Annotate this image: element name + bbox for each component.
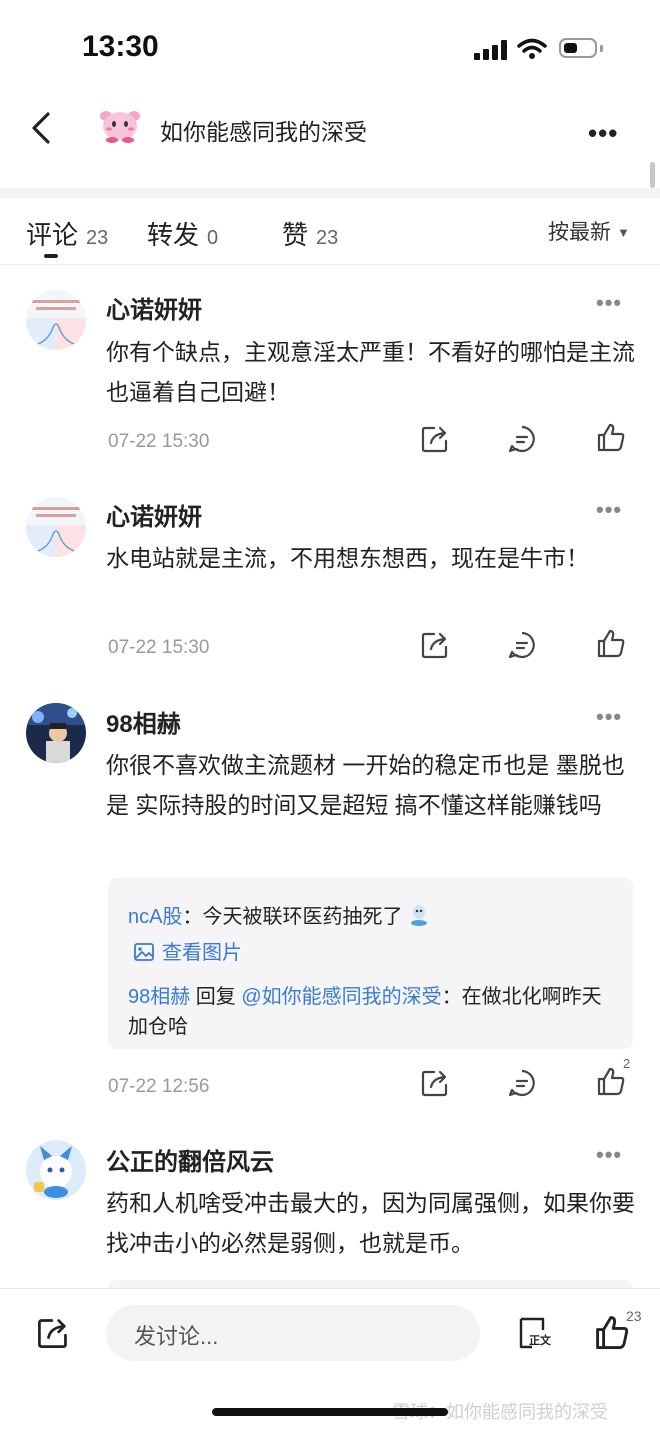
- sort-label: 按最新: [548, 221, 611, 244]
- comment-more-icon[interactable]: •••: [596, 1142, 622, 1168]
- image-icon: [134, 943, 154, 961]
- avatar-cartoon: [26, 1140, 86, 1200]
- article-body-label: 正文: [529, 1335, 551, 1347]
- dropdown-triangle-icon: ▼: [617, 225, 630, 240]
- like-icon[interactable]: [596, 422, 626, 452]
- reply-mention[interactable]: @如你能感同我的深受: [241, 986, 441, 1008]
- avatar[interactable]: [26, 290, 86, 350]
- tab-divider: [0, 264, 660, 265]
- comment-time: 07-22 12:56: [108, 1076, 210, 1097]
- battery-icon: [559, 38, 597, 58]
- reply-thread: [108, 1280, 633, 1288]
- reply-author[interactable]: 98相赫: [128, 986, 190, 1008]
- share-icon[interactable]: [420, 630, 450, 660]
- battery-tip: [600, 45, 603, 52]
- tab-comments[interactable]: 评论 23: [26, 215, 108, 252]
- comment-input-placeholder: 发讨论...: [134, 1324, 219, 1349]
- reply-line: ncA股：今天被联环医药抽死了: [128, 900, 430, 929]
- tab-count: 23: [86, 227, 109, 249]
- tab-label: 评论: [26, 220, 79, 250]
- avatar[interactable]: [26, 497, 86, 557]
- sort-dropdown[interactable]: 按最新 ▼: [548, 216, 630, 246]
- avatar[interactable]: [26, 703, 86, 763]
- like-post-icon[interactable]: [594, 1314, 630, 1350]
- view-image-link[interactable]: 查看图片: [134, 936, 242, 965]
- tab-label: 赞: [282, 220, 309, 250]
- article-body-button[interactable]: 正文: [518, 1316, 552, 1350]
- comment-author[interactable]: 心诺妍妍: [106, 497, 202, 532]
- home-indicator[interactable]: [212, 1408, 448, 1416]
- repost-icon[interactable]: [36, 1316, 70, 1350]
- reply-author[interactable]: ncA股: [128, 906, 182, 928]
- view-image-label: 查看图片: [162, 942, 242, 964]
- like-icon[interactable]: [596, 1066, 626, 1096]
- avatar[interactable]: [26, 1140, 86, 1200]
- tab-count: 23: [316, 227, 339, 249]
- avatar-chart-image: [26, 497, 86, 557]
- tab-label: 转发: [147, 220, 200, 250]
- status-time: 13:30: [82, 30, 159, 63]
- post-like-count: 23: [626, 1308, 642, 1324]
- comment-text: 水电站就是主流，不用想东想西，现在是牛市！: [106, 545, 589, 571]
- comment-author[interactable]: 98相赫: [106, 704, 181, 739]
- cellular-signal-icon: [474, 40, 508, 60]
- like-icon[interactable]: [596, 628, 626, 658]
- comment-more-icon[interactable]: •••: [596, 704, 622, 730]
- active-tab-indicator: [44, 254, 58, 258]
- reply-text: ：今天被联环医药抽死了: [182, 906, 403, 928]
- share-icon[interactable]: [420, 424, 450, 454]
- avatar-photo: [26, 703, 86, 763]
- emoji-icon: [411, 905, 428, 926]
- avatar-chart-image: [26, 290, 86, 350]
- reply-comment-icon[interactable]: [507, 424, 537, 454]
- comment-text: 你有个缺点，主观意淫太严重！不看好的哪怕是主流也逼着自己回避！: [106, 339, 635, 405]
- reply-comment-icon[interactable]: [507, 630, 537, 660]
- comment-author[interactable]: 公正的翻倍风云: [106, 1142, 274, 1177]
- comment-more-icon[interactable]: •••: [596, 497, 622, 523]
- comment-time: 07-22 15:30: [108, 637, 210, 658]
- bottom-divider: [0, 1288, 660, 1289]
- wifi-icon: [517, 38, 547, 59]
- reply-thread[interactable]: ncA股：今天被联环医药抽死了 查看图片 98相赫 回复 @如你能感同我的深受：…: [108, 878, 633, 1049]
- like-count: 2: [623, 1056, 631, 1071]
- section-divider: [0, 188, 660, 198]
- comment-author[interactable]: 心诺妍妍: [106, 290, 202, 325]
- reply-line: 98相赫 回复 @如你能感同我的深受：在做北化啊昨天加仓哈: [128, 982, 618, 1042]
- comment-text: 你很不喜欢做主流题材 一开始的稳定币也是 墨脱也是 实际持股的时间又是超短 搞不…: [106, 752, 625, 818]
- comment-text: 药和人机啥受冲击最大的，因为同属强侧，如果你要找冲击小的必然是弱侧，也就是币。: [106, 1190, 635, 1256]
- reply-comment-icon[interactable]: [507, 1068, 537, 1098]
- tab-count: 0: [207, 227, 219, 249]
- back-arrow-icon[interactable]: [26, 108, 56, 148]
- user-avatar-kirby[interactable]: [98, 108, 142, 144]
- share-icon[interactable]: [420, 1068, 450, 1098]
- tab-reposts[interactable]: 转发 0: [147, 215, 218, 252]
- reply-verb: 回复: [190, 986, 242, 1008]
- comment-time: 07-22 15:30: [108, 431, 210, 452]
- more-options-icon[interactable]: •••: [588, 118, 618, 149]
- comment-more-icon[interactable]: •••: [596, 290, 622, 316]
- scrollbar[interactable]: [650, 162, 655, 188]
- page-title: 如你能感同我的深受: [160, 119, 367, 145]
- comment-input[interactable]: 发讨论...: [106, 1305, 480, 1361]
- tab-likes[interactable]: 赞 23: [282, 215, 338, 252]
